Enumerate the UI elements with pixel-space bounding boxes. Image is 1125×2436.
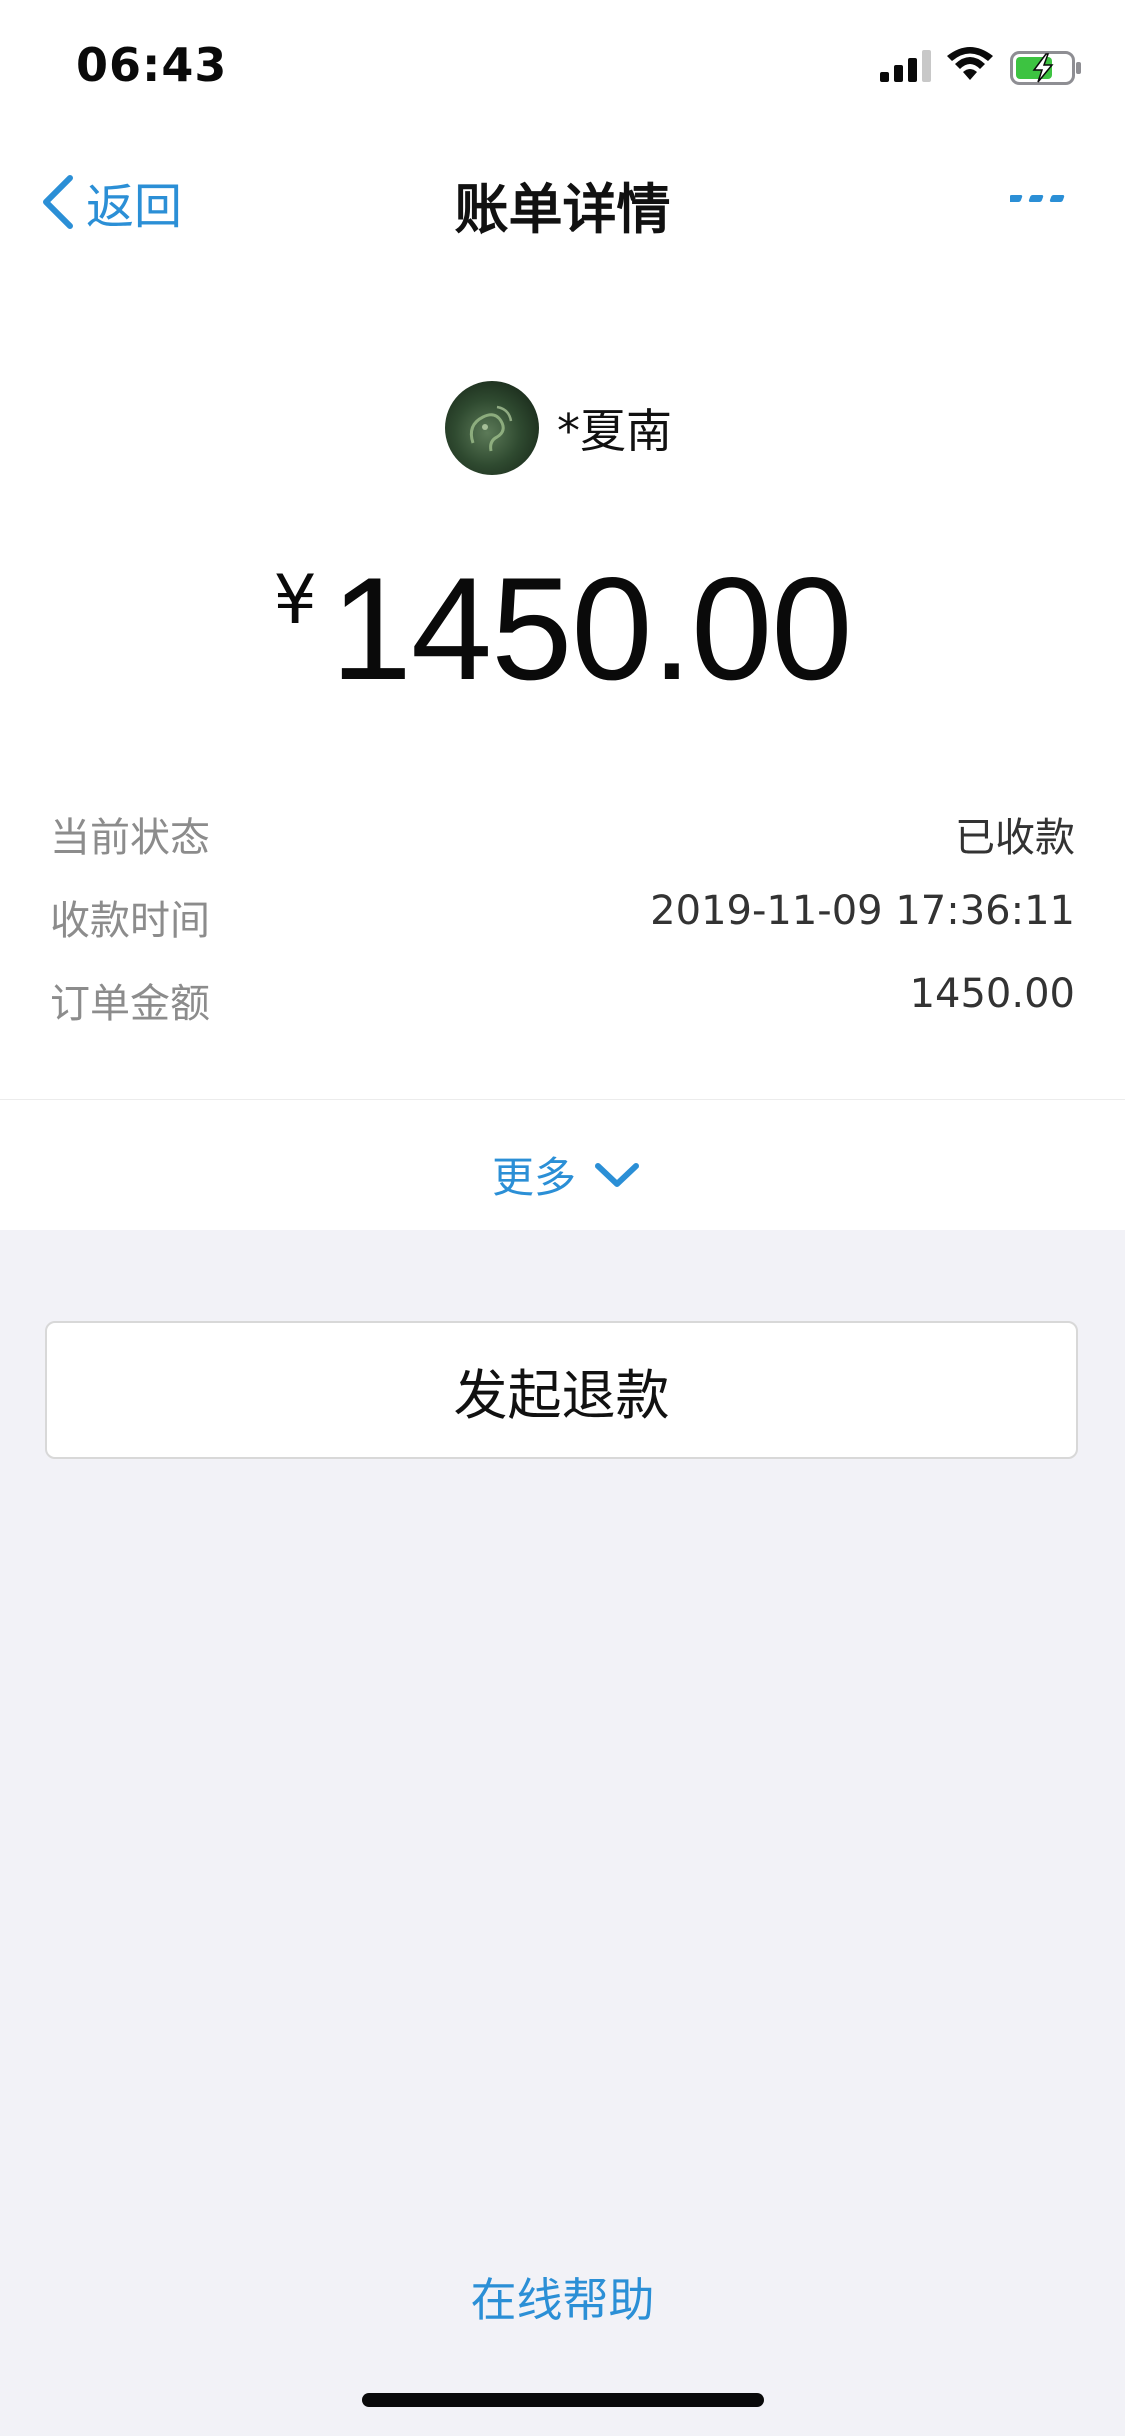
chevron-down-icon xyxy=(595,1162,640,1187)
avatar xyxy=(445,381,539,475)
detail-value: 1450.00 xyxy=(909,971,1075,1017)
refund-button[interactable]: 发起退款 xyxy=(45,1321,1078,1459)
bill-summary: *夏南 ¥1450.00 当前状态 已收款 收款时间 2019-11-09 17… xyxy=(0,265,1125,1101)
avatar-image xyxy=(469,405,513,452)
refund-button-label: 发起退款 xyxy=(453,1363,670,1427)
home-indicator[interactable] xyxy=(362,2393,764,2407)
detail-label: 订单金额 xyxy=(50,981,210,1027)
amount: ¥1450.00 xyxy=(0,545,1125,713)
status-bar: 06:43 xyxy=(0,0,1125,135)
nav-bar: 返回 账单详情 xyxy=(0,135,1125,265)
online-help-link[interactable]: 在线帮助 xyxy=(0,2264,1125,2330)
cellular-signal-icon xyxy=(880,50,931,82)
detail-row-time: 收款时间 2019-11-09 17:36:11 xyxy=(50,888,1075,948)
more-options-button[interactable] xyxy=(1007,189,1070,213)
detail-row-status: 当前状态 已收款 xyxy=(50,805,1075,865)
battery-charging-icon xyxy=(1010,51,1081,85)
more-toggle[interactable]: 更多 xyxy=(492,1144,642,1205)
currency-symbol: ¥ xyxy=(273,561,317,640)
wifi-icon xyxy=(947,47,993,80)
payer: *夏南 xyxy=(445,381,672,475)
payer-name: *夏南 xyxy=(557,404,672,458)
ellipsis-icon xyxy=(1007,195,1065,202)
page-title: 账单详情 xyxy=(454,178,671,241)
detail-row-amount: 订单金额 1450.00 xyxy=(50,971,1075,1031)
detail-value: 已收款 xyxy=(955,815,1075,861)
more-label: 更多 xyxy=(492,1153,577,1202)
detail-value: 2019-11-09 17:36:11 xyxy=(650,888,1075,934)
more-section: 更多 xyxy=(0,1100,1125,1230)
status-time: 06:43 xyxy=(76,38,228,92)
amount-value: 1450.00 xyxy=(330,547,853,710)
detail-label: 收款时间 xyxy=(50,898,210,944)
detail-label: 当前状态 xyxy=(50,815,210,861)
